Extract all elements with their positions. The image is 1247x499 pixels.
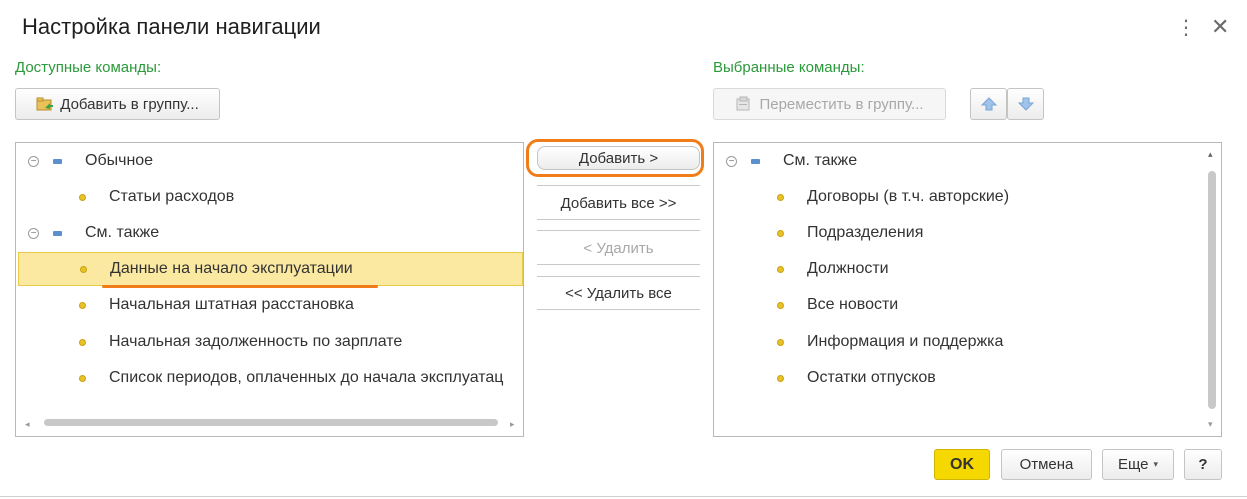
- add-to-group-icon: [36, 96, 54, 112]
- group-icon: [53, 230, 62, 236]
- collapse-icon[interactable]: −: [28, 227, 39, 239]
- list-item-label: Информация и поддержка: [807, 333, 1004, 350]
- add-all-button[interactable]: Добавить все >>: [537, 189, 700, 217]
- selected-commands-label: Выбранные команды:: [713, 59, 865, 76]
- bullet-icon: [79, 338, 86, 346]
- window-bottom-border: [0, 496, 1247, 497]
- arrow-down-icon: [1017, 97, 1034, 111]
- add-to-group-label: Добавить в группу...: [60, 95, 199, 113]
- bullet-icon: [777, 229, 784, 237]
- move-to-group-button[interactable]: Переместить в группу...: [713, 88, 946, 120]
- list-item-label: Начальная задолженность по зарплате: [109, 333, 403, 350]
- collapse-icon[interactable]: −: [28, 155, 39, 167]
- close-icon[interactable]: ✕: [1211, 16, 1229, 38]
- arrow-up-icon: [980, 97, 997, 111]
- divider: [537, 309, 700, 310]
- list-item-selected[interactable]: Данные на начало эксплуатации: [18, 252, 523, 286]
- horizontal-scrollbar[interactable]: [44, 419, 498, 426]
- list-item-label: Должности: [807, 260, 889, 277]
- available-commands-label: Доступные команды:: [15, 59, 162, 76]
- remove-button[interactable]: < Удалить: [537, 234, 700, 262]
- chevron-down-icon: ▾: [1153, 459, 1159, 469]
- list-item[interactable]: Договоры (в т.ч. авторские): [714, 180, 1221, 214]
- list-item[interactable]: Начальная задолженность по зарплате: [16, 325, 523, 359]
- help-button[interactable]: ?: [1184, 449, 1222, 480]
- move-up-button[interactable]: [970, 88, 1007, 120]
- add-to-group-button[interactable]: Добавить в группу...: [15, 88, 220, 120]
- divider: [537, 185, 700, 186]
- more-button[interactable]: Еще ▾: [1102, 449, 1174, 480]
- tree-group-see-also[interactable]: − См. также: [714, 144, 1221, 178]
- scroll-right-icon[interactable]: ▸: [510, 419, 515, 430]
- more-vertical-icon[interactable]: ⋮: [1176, 18, 1196, 38]
- bullet-icon: [777, 374, 784, 382]
- tree-group-ordinary[interactable]: − Обычное: [16, 144, 523, 178]
- divider: [537, 276, 700, 277]
- more-button-label: Еще: [1117, 456, 1149, 473]
- list-item[interactable]: Список периодов, оплаченных до начала эк…: [16, 361, 523, 395]
- list-item-label: Все новости: [807, 296, 899, 313]
- ok-button[interactable]: OK: [934, 449, 990, 480]
- divider: [537, 264, 700, 265]
- scroll-left-icon[interactable]: ◂: [25, 419, 30, 430]
- bullet-icon: [80, 265, 87, 273]
- cancel-button[interactable]: Отмена: [1001, 449, 1092, 480]
- bullet-icon: [79, 301, 86, 309]
- bullet-icon: [777, 265, 784, 273]
- list-item-label: Остатки отпусков: [807, 369, 936, 386]
- divider: [537, 230, 700, 231]
- group-icon: [53, 158, 62, 164]
- list-item[interactable]: Информация и поддержка: [714, 325, 1221, 359]
- tree-group-label: См. также: [783, 152, 858, 169]
- scroll-up-icon[interactable]: ▴: [1208, 149, 1213, 160]
- list-item-label: Подразделения: [807, 224, 924, 241]
- tree-group-label: См. также: [85, 224, 160, 241]
- divider: [537, 219, 700, 220]
- bullet-icon: [777, 193, 784, 201]
- add-button[interactable]: Добавить >: [537, 146, 700, 170]
- move-down-button[interactable]: [1007, 88, 1044, 120]
- list-item-label: Данные на начало эксплуатации: [110, 260, 353, 277]
- list-item[interactable]: Начальная штатная расстановка: [16, 288, 523, 322]
- selected-commands-list[interactable]: − См. также Договоры (в т.ч. авторские) …: [713, 142, 1222, 437]
- list-item[interactable]: Остатки отпусков: [714, 361, 1221, 395]
- window-title: Настройка панели навигации: [22, 14, 321, 39]
- collapse-icon[interactable]: −: [726, 155, 737, 167]
- bullet-icon: [79, 193, 86, 201]
- move-to-group-label: Переместить в группу...: [759, 95, 924, 113]
- tree-group-label: Обычное: [85, 152, 154, 169]
- move-to-group-icon: [735, 96, 753, 112]
- list-item-label: Договоры (в т.ч. авторские): [807, 188, 1010, 205]
- list-item[interactable]: Все новости: [714, 288, 1221, 322]
- list-item[interactable]: Должности: [714, 252, 1221, 286]
- bullet-icon: [777, 338, 784, 346]
- group-icon: [751, 158, 760, 164]
- vertical-scrollbar[interactable]: [1208, 171, 1216, 409]
- list-item-label: Список периодов, оплаченных до начала эк…: [109, 369, 504, 386]
- available-commands-list[interactable]: − Обычное Статьи расходов − См. также Да…: [15, 142, 524, 437]
- list-item[interactable]: Статьи расходов: [16, 180, 523, 214]
- scroll-down-icon[interactable]: ▾: [1208, 419, 1213, 430]
- bullet-icon: [777, 301, 784, 309]
- bullet-icon: [79, 374, 86, 382]
- list-item-label: Начальная штатная расстановка: [109, 296, 354, 313]
- list-item[interactable]: Подразделения: [714, 216, 1221, 250]
- remove-all-button[interactable]: << Удалить все: [537, 279, 700, 307]
- list-item-label: Статьи расходов: [109, 188, 235, 205]
- tree-group-see-also[interactable]: − См. также: [16, 216, 523, 250]
